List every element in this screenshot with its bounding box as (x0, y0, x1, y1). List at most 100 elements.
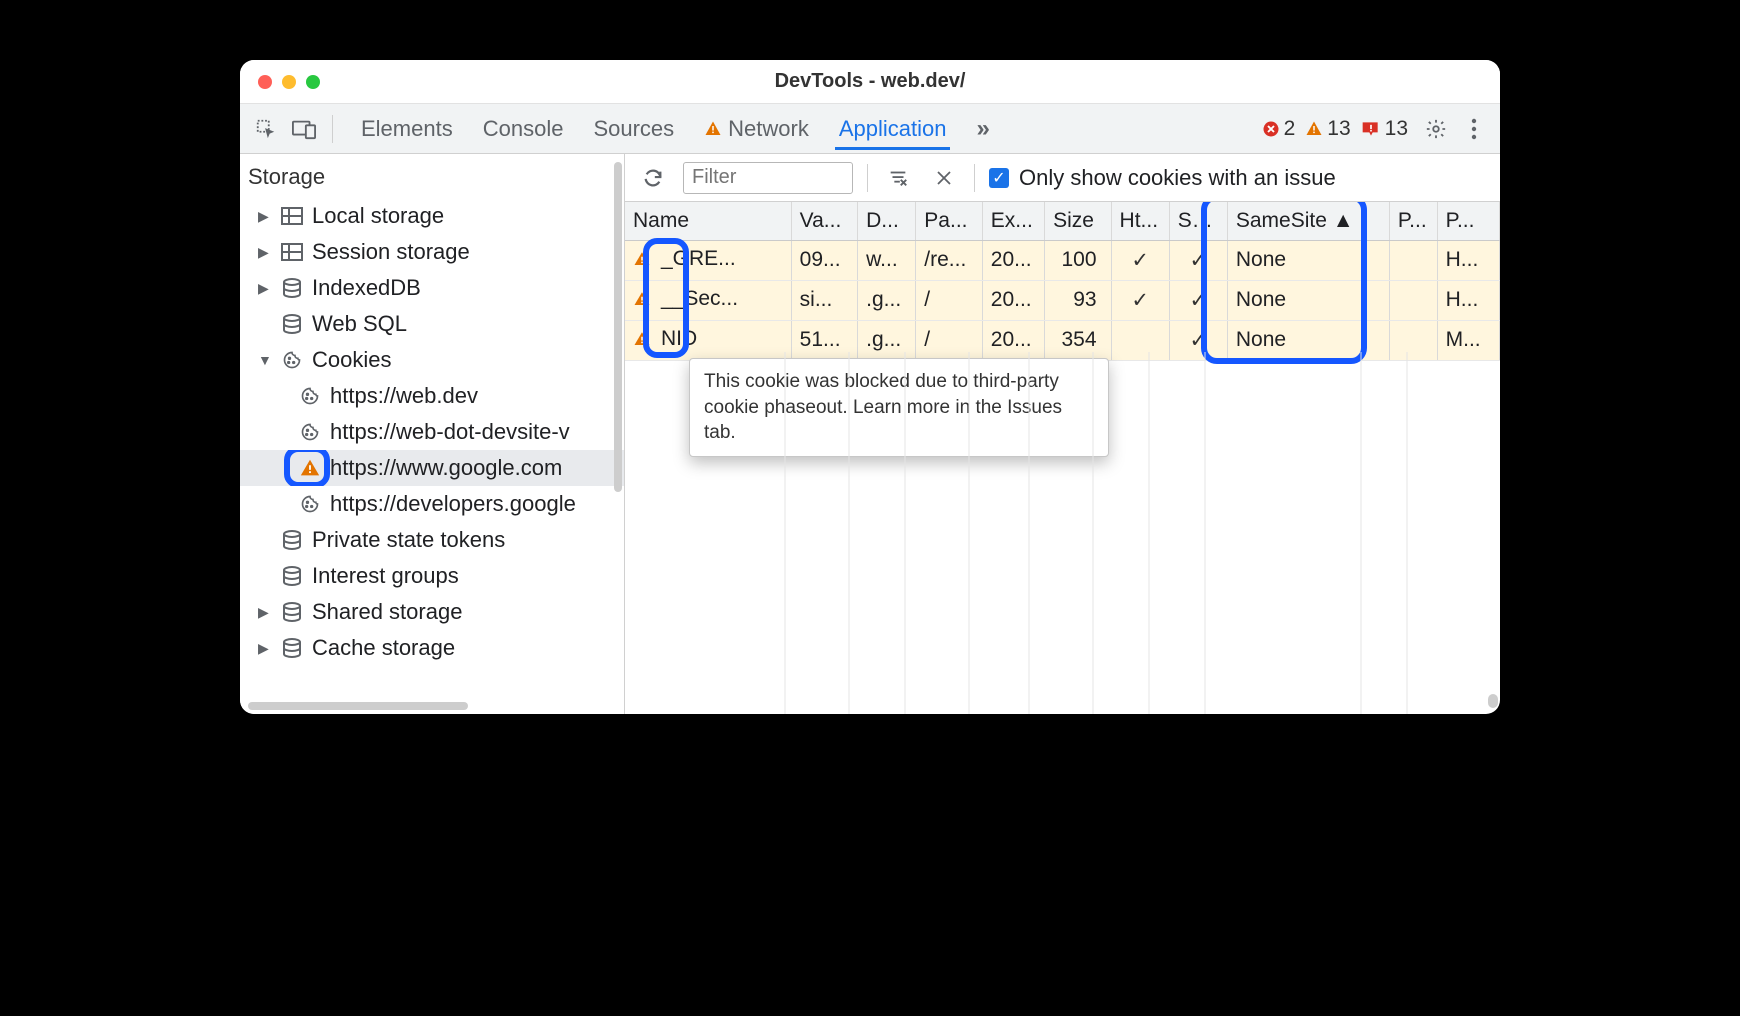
sidebar-item-interest-groups[interactable]: Interest groups (240, 558, 624, 594)
grid-icon (280, 204, 304, 228)
cell-size: 100 (1045, 240, 1111, 280)
database-icon (280, 276, 304, 300)
database-icon (280, 528, 304, 552)
table-row[interactable]: NID51....g.../20...354✓NoneM... (625, 320, 1500, 360)
sidebar-item-session-storage[interactable]: ▶ Session storage (240, 234, 624, 270)
cell-secure: ✓ (1169, 320, 1227, 360)
sidebar-item-private-state-tokens[interactable]: Private state tokens (240, 522, 624, 558)
tab-console[interactable]: Console (479, 108, 568, 150)
checkbox-label: Only show cookies with an issue (1019, 165, 1336, 191)
device-toggle-icon[interactable] (288, 113, 320, 145)
cell-name: _GRE... (625, 240, 791, 280)
sidebar-item-cookies[interactable]: ▼ Cookies (240, 342, 624, 378)
kebab-menu-icon[interactable] (1458, 113, 1490, 145)
col-samesite[interactable]: SameSite ▲ (1227, 202, 1389, 240)
col-httponly[interactable]: Ht... (1111, 202, 1169, 240)
cell-size: 354 (1045, 320, 1111, 360)
sidebar-item-label: Cookies (312, 347, 391, 373)
sidebar-item-label: https://developers.google (330, 491, 576, 517)
cookie-icon (298, 492, 322, 516)
database-icon (280, 564, 304, 588)
sidebar-cookie-origin[interactable]: https://web.dev (240, 378, 624, 414)
sidebar-item-label: Cache storage (312, 635, 455, 661)
only-issues-checkbox[interactable]: ✓ Only show cookies with an issue (989, 165, 1336, 191)
cookie-icon (298, 420, 322, 444)
clear-filter-icon[interactable] (882, 162, 914, 194)
cookie-icon (298, 384, 322, 408)
cell-value: si... (791, 280, 857, 320)
devtools-window: DevTools - web.dev/ Elements Console Sou… (240, 60, 1500, 714)
warning-triangle-icon (633, 290, 651, 308)
warning-triangle-icon (1305, 120, 1323, 138)
cell-samesite: None (1227, 240, 1389, 280)
vertical-scrollbar[interactable] (614, 162, 622, 492)
divider (867, 164, 868, 192)
table-row[interactable]: _GRE...09...w.../re...20...100✓✓NoneH... (625, 240, 1500, 280)
cell-partition (1389, 240, 1437, 280)
tab-sources[interactable]: Sources (589, 108, 678, 150)
sidebar: Storage ▶ Local storage ▶ Session storag… (240, 154, 625, 714)
inspect-icon[interactable] (250, 113, 282, 145)
sidebar-item-shared-storage[interactable]: ▶ Shared storage (240, 594, 624, 630)
col-partition-key[interactable]: P... (1389, 202, 1437, 240)
cell-httponly: ✓ (1111, 280, 1169, 320)
cookie-panel: ✓ Only show cookies with an issue Name (625, 154, 1500, 714)
titlebar: DevTools - web.dev/ (240, 60, 1500, 104)
sidebar-item-indexeddb[interactable]: ▶ IndexedDB (240, 270, 624, 306)
sidebar-item-label: IndexedDB (312, 275, 421, 301)
col-secure[interactable]: Se... (1169, 202, 1227, 240)
col-expires[interactable]: Ex... (982, 202, 1044, 240)
refresh-icon[interactable] (637, 162, 669, 194)
col-value[interactable]: Va... (791, 202, 857, 240)
horizontal-scrollbar[interactable] (248, 702, 468, 710)
cell-secure: ✓ (1169, 280, 1227, 320)
tabs-overflow[interactable]: » (972, 107, 993, 151)
sidebar-cookie-origin[interactable]: https://developers.google (240, 486, 624, 522)
minimize-window-button[interactable] (282, 75, 296, 89)
settings-icon[interactable] (1420, 113, 1452, 145)
tab-network[interactable]: Network (700, 108, 813, 150)
cell-samesite: None (1227, 280, 1389, 320)
tab-application[interactable]: Application (835, 108, 951, 150)
sidebar-item-cache-storage[interactable]: ▶ Cache storage (240, 630, 624, 666)
cookie-toolbar: ✓ Only show cookies with an issue (625, 154, 1500, 202)
clear-icon[interactable] (928, 162, 960, 194)
issue-count[interactable]: 13 (1361, 117, 1408, 141)
sidebar-tree: ▶ Local storage ▶ Session storage ▶ (240, 198, 624, 666)
sidebar-item-label: Shared storage (312, 599, 462, 625)
cell-expires: 20... (982, 280, 1044, 320)
cell-path: /re... (916, 240, 982, 280)
warning-count[interactable]: 13 (1305, 117, 1350, 141)
cell-secure: ✓ (1169, 240, 1227, 280)
panel-tabs: Elements Console Sources Network Applica… (357, 107, 994, 151)
sidebar-item-label: https://web.dev (330, 383, 478, 409)
tab-elements[interactable]: Elements (357, 108, 457, 150)
cell-domain: .g... (858, 320, 916, 360)
cell-size: 93 (1045, 280, 1111, 320)
sidebar-item-label: Web SQL (312, 311, 407, 337)
col-size[interactable]: Size (1045, 202, 1111, 240)
sidebar-cookie-origin-selected[interactable]: https://www.google.com (240, 450, 624, 486)
vertical-scrollbar[interactable] (1488, 694, 1498, 708)
zoom-window-button[interactable] (306, 75, 320, 89)
col-domain[interactable]: D... (858, 202, 916, 240)
col-path[interactable]: Pa... (916, 202, 982, 240)
sidebar-cookie-origin[interactable]: https://web-dot-devsite-v (240, 414, 624, 450)
sidebar-item-label: https://www.google.com (330, 455, 562, 481)
col-priority[interactable]: P... (1437, 202, 1499, 240)
cell-path: / (916, 320, 982, 360)
filter-input[interactable] (683, 162, 853, 194)
cookie-icon (280, 348, 304, 372)
body: Storage ▶ Local storage ▶ Session storag… (240, 154, 1500, 714)
sidebar-item-websql[interactable]: Web SQL (240, 306, 624, 342)
close-window-button[interactable] (258, 75, 272, 89)
cell-name: NID (625, 320, 791, 360)
checkbox-checked-icon: ✓ (989, 168, 1009, 188)
cell-expires: 20... (982, 320, 1044, 360)
error-count[interactable]: 2 (1262, 117, 1296, 141)
col-name[interactable]: Name (625, 202, 791, 240)
table-row[interactable]: __Sec...si....g.../20...93✓✓NoneH... (625, 280, 1500, 320)
database-icon (280, 312, 304, 336)
cell-value: 09... (791, 240, 857, 280)
sidebar-item-local-storage[interactable]: ▶ Local storage (240, 198, 624, 234)
